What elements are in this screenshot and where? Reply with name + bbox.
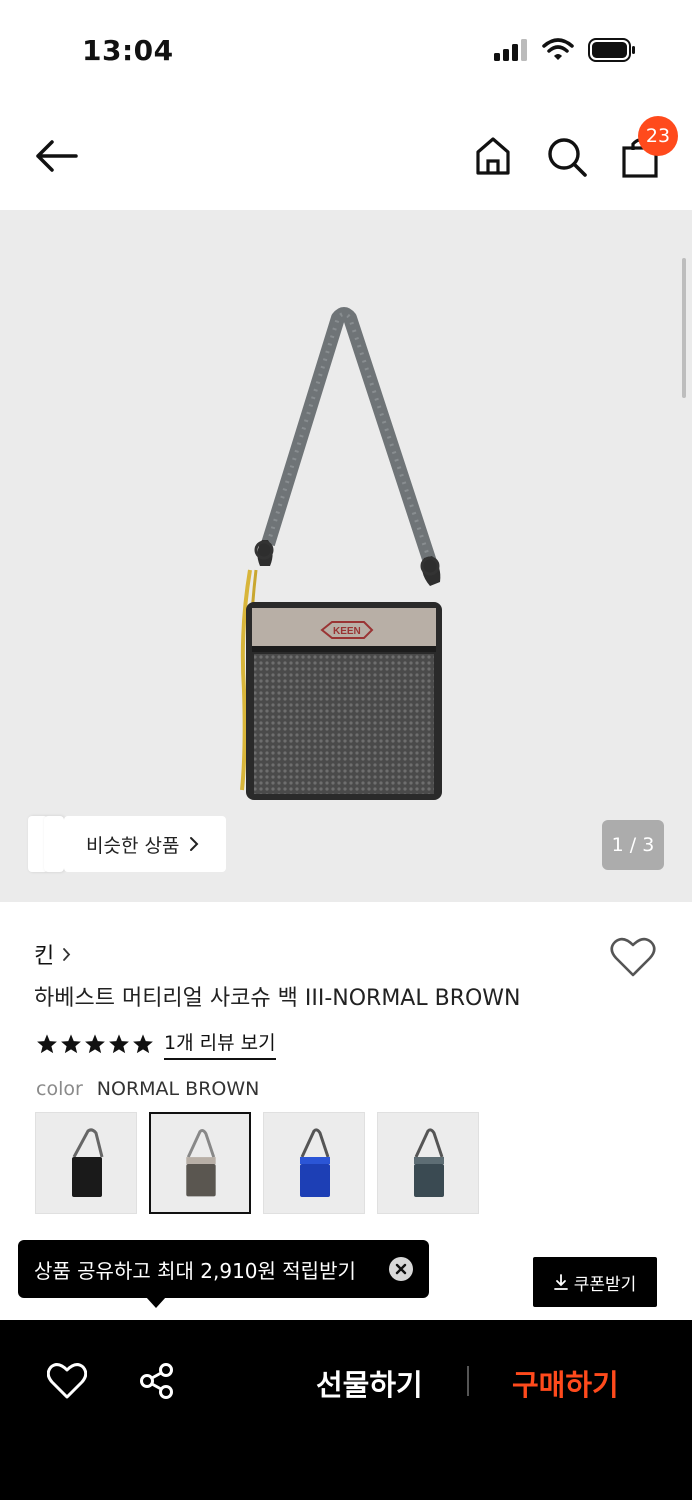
color-swatches <box>35 1112 479 1214</box>
swatch-bag-image <box>414 1128 444 1197</box>
swatch-normal-brown[interactable] <box>149 1112 251 1214</box>
review-link[interactable]: 1개 리뷰 보기 <box>164 1028 276 1060</box>
battery-icon <box>588 38 635 62</box>
similar-products[interactable]: 비슷한 상품 <box>28 816 226 872</box>
star-icon <box>85 1034 105 1054</box>
status-bar: 13:04 <box>0 0 692 100</box>
signal-icon <box>494 39 527 61</box>
image-pager: 1 / 3 <box>602 820 664 870</box>
coupon-label: 쿠폰받기 <box>573 1274 637 1295</box>
color-value: NORMAL BROWN <box>96 1078 260 1100</box>
cart-count-badge: 23 <box>638 116 678 156</box>
product-image-gallery[interactable]: KEEN 비슷한 상품 1 / 3 <box>0 210 692 902</box>
rating-stars <box>36 1033 154 1055</box>
close-icon[interactable] <box>389 1257 413 1281</box>
brand-link[interactable]: 킨 <box>34 938 71 970</box>
swatch-bag-image <box>300 1128 330 1197</box>
search-icon[interactable] <box>546 136 588 178</box>
chevron-right-icon <box>63 947 71 961</box>
tooltip-tail <box>146 1297 166 1308</box>
color-label: color <box>36 1078 83 1100</box>
star-icon <box>109 1034 129 1054</box>
home-icon[interactable] <box>474 136 512 176</box>
divider <box>467 1366 469 1396</box>
similar-products-label: 비슷한 상품 <box>86 834 180 857</box>
brand-name: 킨 <box>34 944 55 969</box>
swatch-dark-gray[interactable] <box>377 1112 479 1214</box>
star-icon <box>61 1034 81 1054</box>
swatch-bag-image <box>72 1128 104 1197</box>
back-arrow-icon[interactable] <box>34 138 78 174</box>
tooltip-text: 상품 공유하고 최대 2,910원 적립받기 <box>34 1258 356 1283</box>
download-icon <box>553 1274 568 1290</box>
gallery-scrollbar[interactable] <box>682 258 686 398</box>
share-reward-tooltip: 상품 공유하고 최대 2,910원 적립받기 <box>18 1240 429 1308</box>
product-image: KEEN <box>240 307 442 800</box>
status-icons <box>494 38 636 62</box>
similar-products-stack <box>28 816 68 872</box>
swatch-black[interactable] <box>35 1112 137 1214</box>
wifi-icon <box>542 38 574 60</box>
heart-icon[interactable] <box>47 1362 87 1400</box>
share-icon[interactable] <box>138 1362 176 1400</box>
star-icon <box>133 1034 153 1054</box>
wishlist-heart-icon[interactable] <box>610 936 656 978</box>
color-row: color NORMAL BROWN <box>36 1078 259 1100</box>
swatch-bag-image <box>186 1129 216 1197</box>
swatch-blue[interactable] <box>263 1112 365 1214</box>
gift-button[interactable]: 선물하기 <box>316 1362 423 1404</box>
top-nav <box>0 100 692 210</box>
similar-products-button[interactable]: 비슷한 상품 <box>64 816 226 872</box>
product-title: 하베스트 머티리얼 사코슈 백 III-NORMAL BROWN <box>34 986 521 1011</box>
star-icon <box>37 1034 57 1054</box>
coupon-button[interactable]: 쿠폰받기 <box>533 1257 657 1307</box>
buy-button[interactable]: 구매하기 <box>512 1362 619 1404</box>
chevron-right-icon <box>190 837 199 851</box>
rating-row: 1개 리뷰 보기 <box>36 1028 276 1060</box>
status-time: 13:04 <box>82 34 174 67</box>
bottom-action-bar: 선물하기 구매하기 <box>0 1320 692 1500</box>
svg-text:KEEN: KEEN <box>333 626 361 637</box>
